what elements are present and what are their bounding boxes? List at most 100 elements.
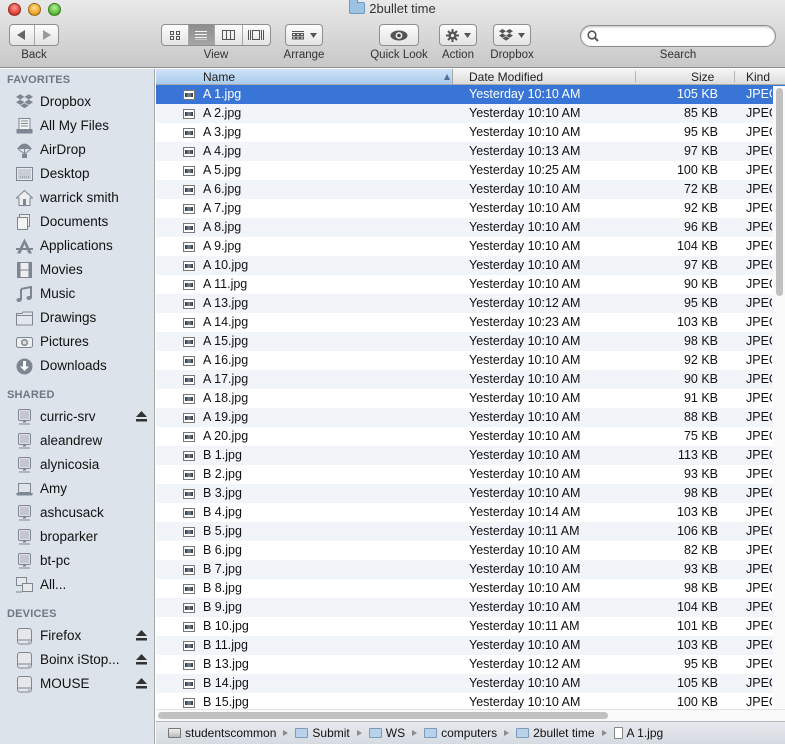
vertical-scrollbar[interactable] xyxy=(773,86,785,709)
sidebar-item-ashcusack[interactable]: ashcusack xyxy=(0,502,154,524)
file-row[interactable]: A 6.jpg Yesterday 10:10 AM 72 KB JPEG xyxy=(156,180,785,199)
file-row[interactable]: B 9.jpg Yesterday 10:10 AM 104 KB JPEG xyxy=(156,598,785,617)
file-row[interactable]: B 7.jpg Yesterday 10:10 AM 93 KB JPEG xyxy=(156,560,785,579)
sidebar-item-mouse[interactable]: MOUSE xyxy=(0,673,154,695)
column-header-date[interactable]: Date Modified xyxy=(469,70,543,84)
file-row[interactable]: A 4.jpg Yesterday 10:13 AM 97 KB JPEG xyxy=(156,142,785,161)
file-row[interactable]: A 8.jpg Yesterday 10:10 AM 96 KB JPEG xyxy=(156,218,785,237)
file-row[interactable]: B 4.jpg Yesterday 10:14 AM 103 KB JPEG xyxy=(156,503,785,522)
file-name: B 4.jpg xyxy=(203,505,242,519)
path-crumb[interactable]: Submit xyxy=(295,726,350,740)
path-crumb[interactable]: computers xyxy=(424,726,497,740)
column-header-name[interactable]: Name xyxy=(156,69,453,84)
sidebar-item-movies[interactable]: Movies xyxy=(0,259,154,281)
file-row[interactable]: B 3.jpg Yesterday 10:10 AM 98 KB JPEG xyxy=(156,484,785,503)
sidebar-item-pictures[interactable]: Pictures xyxy=(0,331,154,353)
horizontal-scroll-thumb[interactable] xyxy=(158,712,608,719)
horizontal-scrollbar[interactable] xyxy=(156,709,785,721)
music-icon xyxy=(16,285,33,302)
sidebar-item-downloads[interactable]: Downloads xyxy=(0,355,154,377)
eject-icon[interactable] xyxy=(136,678,147,689)
sidebar-item-drawings[interactable]: Drawings xyxy=(0,307,154,329)
back-button[interactable] xyxy=(10,25,35,45)
file-row[interactable]: B 14.jpg Yesterday 10:10 AM 105 KB JPEG xyxy=(156,674,785,693)
column-view-button[interactable] xyxy=(215,25,243,45)
search-input[interactable] xyxy=(603,28,768,44)
eject-icon[interactable] xyxy=(136,630,147,641)
path-crumb[interactable]: WS xyxy=(368,726,405,740)
file-row[interactable]: B 6.jpg Yesterday 10:10 AM 82 KB JPEG xyxy=(156,541,785,560)
sidebar-item-aleandrew[interactable]: aleandrew xyxy=(0,430,154,452)
vertical-scroll-thumb[interactable] xyxy=(776,88,783,296)
file-row[interactable]: A 11.jpg Yesterday 10:10 AM 90 KB JPEG xyxy=(156,275,785,294)
file-row[interactable]: A 19.jpg Yesterday 10:10 AM 88 KB JPEG xyxy=(156,408,785,427)
list-view-button[interactable] xyxy=(188,25,216,45)
search-field[interactable] xyxy=(580,25,776,47)
path-crumb[interactable]: 2bullet time xyxy=(516,726,595,740)
sidebar-item-warrick-smith[interactable]: warrick smith xyxy=(0,187,154,209)
arrange-button[interactable] xyxy=(285,24,323,46)
sidebar-item-dropbox[interactable]: Dropbox xyxy=(0,91,154,113)
sidebar-item-applications[interactable]: Applications xyxy=(0,235,154,257)
quick-look-button[interactable] xyxy=(379,24,419,46)
file-row[interactable]: B 13.jpg Yesterday 10:12 AM 95 KB JPEG xyxy=(156,655,785,674)
dropbox-button[interactable] xyxy=(493,24,531,46)
file-row[interactable]: B 2.jpg Yesterday 10:10 AM 93 KB JPEG xyxy=(156,465,785,484)
file-row[interactable]: A 16.jpg Yesterday 10:10 AM 92 KB JPEG xyxy=(156,351,785,370)
file-kind: JPEG xyxy=(746,543,772,557)
file-date-modified: Yesterday 10:11 AM xyxy=(469,524,580,538)
sidebar-item-all-my-files[interactable]: All My Files xyxy=(0,115,154,137)
path-crumb[interactable]: A 1.jpg xyxy=(613,726,663,740)
sidebar-item-music[interactable]: Music xyxy=(0,283,154,305)
file-row[interactable]: B 8.jpg Yesterday 10:10 AM 98 KB JPEG xyxy=(156,579,785,598)
sidebar-item-firefox[interactable]: Firefox xyxy=(0,625,154,647)
file-row[interactable]: A 2.jpg Yesterday 10:10 AM 85 KB JPEG xyxy=(156,104,785,123)
file-row[interactable]: B 11.jpg Yesterday 10:10 AM 103 KB JPEG xyxy=(156,636,785,655)
column-header-kind[interactable]: Kind xyxy=(746,70,770,84)
path-crumb[interactable]: studentscommon xyxy=(168,726,276,740)
column-divider[interactable] xyxy=(734,71,735,82)
file-row[interactable]: A 14.jpg Yesterday 10:23 AM 103 KB JPEG xyxy=(156,313,785,332)
sidebar-item-boinx-istop[interactable]: Boinx iStop... xyxy=(0,649,154,671)
sidebar-item-curric-srv[interactable]: curric-srv xyxy=(0,406,154,428)
sidebar-item-desktop[interactable]: Desktop xyxy=(0,163,154,185)
file-row[interactable]: A 9.jpg Yesterday 10:10 AM 104 KB JPEG xyxy=(156,237,785,256)
file-row[interactable]: A 10.jpg Yesterday 10:10 AM 97 KB JPEG xyxy=(156,256,785,275)
file-row[interactable]: A 15.jpg Yesterday 10:10 AM 98 KB JPEG xyxy=(156,332,785,351)
file-row[interactable]: B 5.jpg Yesterday 10:11 AM 106 KB JPEG xyxy=(156,522,785,541)
file-row[interactable]: A 13.jpg Yesterday 10:12 AM 95 KB JPEG xyxy=(156,294,785,313)
file-row[interactable]: A 17.jpg Yesterday 10:10 AM 90 KB JPEG xyxy=(156,370,785,389)
file-row[interactable]: A 18.jpg Yesterday 10:10 AM 91 KB JPEG xyxy=(156,389,785,408)
path-crumb-label: studentscommon xyxy=(185,726,277,740)
action-button[interactable] xyxy=(439,24,477,46)
file-kind: JPEG xyxy=(746,106,772,120)
jpeg-file-icon xyxy=(183,204,195,214)
sidebar-item-documents[interactable]: Documents xyxy=(0,211,154,233)
icon-view-button[interactable] xyxy=(162,25,189,45)
file-name: A 6.jpg xyxy=(203,182,242,196)
column-header-size[interactable]: Size xyxy=(691,70,714,84)
sidebar-item-amy[interactable]: Amy xyxy=(0,478,154,500)
file-row[interactable]: B 1.jpg Yesterday 10:10 AM 113 KB JPEG xyxy=(156,446,785,465)
sidebar-item-all[interactable]: All... xyxy=(0,574,154,596)
eject-icon[interactable] xyxy=(136,411,147,422)
back-forward-buttons xyxy=(9,24,59,46)
file-row[interactable]: A 7.jpg Yesterday 10:10 AM 92 KB JPEG xyxy=(156,199,785,218)
column-divider[interactable] xyxy=(635,71,636,82)
file-row[interactable]: B 15.jpg Yesterday 10:10 AM 100 KB JPEG xyxy=(156,693,785,709)
file-row[interactable]: A 1.jpg Yesterday 10:10 AM 105 KB JPEG xyxy=(156,85,785,104)
sidebar-item-broparker[interactable]: broparker xyxy=(0,526,154,548)
sidebar-item-airdrop[interactable]: AirDrop xyxy=(0,139,154,161)
eject-icon[interactable] xyxy=(136,654,147,665)
file-row[interactable]: A 3.jpg Yesterday 10:10 AM 95 KB JPEG xyxy=(156,123,785,142)
sort-ascending-icon xyxy=(444,74,450,80)
file-size: 98 KB xyxy=(683,486,718,500)
sidebar-item-alynicosia[interactable]: alynicosia xyxy=(0,454,154,476)
forward-button[interactable] xyxy=(35,25,59,45)
file-row[interactable]: A 5.jpg Yesterday 10:25 AM 100 KB JPEG xyxy=(156,161,785,180)
file-row[interactable]: A 20.jpg Yesterday 10:10 AM 75 KB JPEG xyxy=(156,427,785,446)
file-row[interactable]: B 10.jpg Yesterday 10:11 AM 101 KB JPEG xyxy=(156,617,785,636)
file-date-modified: Yesterday 10:10 AM xyxy=(469,581,581,595)
sidebar-item-bt-pc[interactable]: bt-pc xyxy=(0,550,154,572)
coverflow-view-button[interactable] xyxy=(243,25,270,45)
